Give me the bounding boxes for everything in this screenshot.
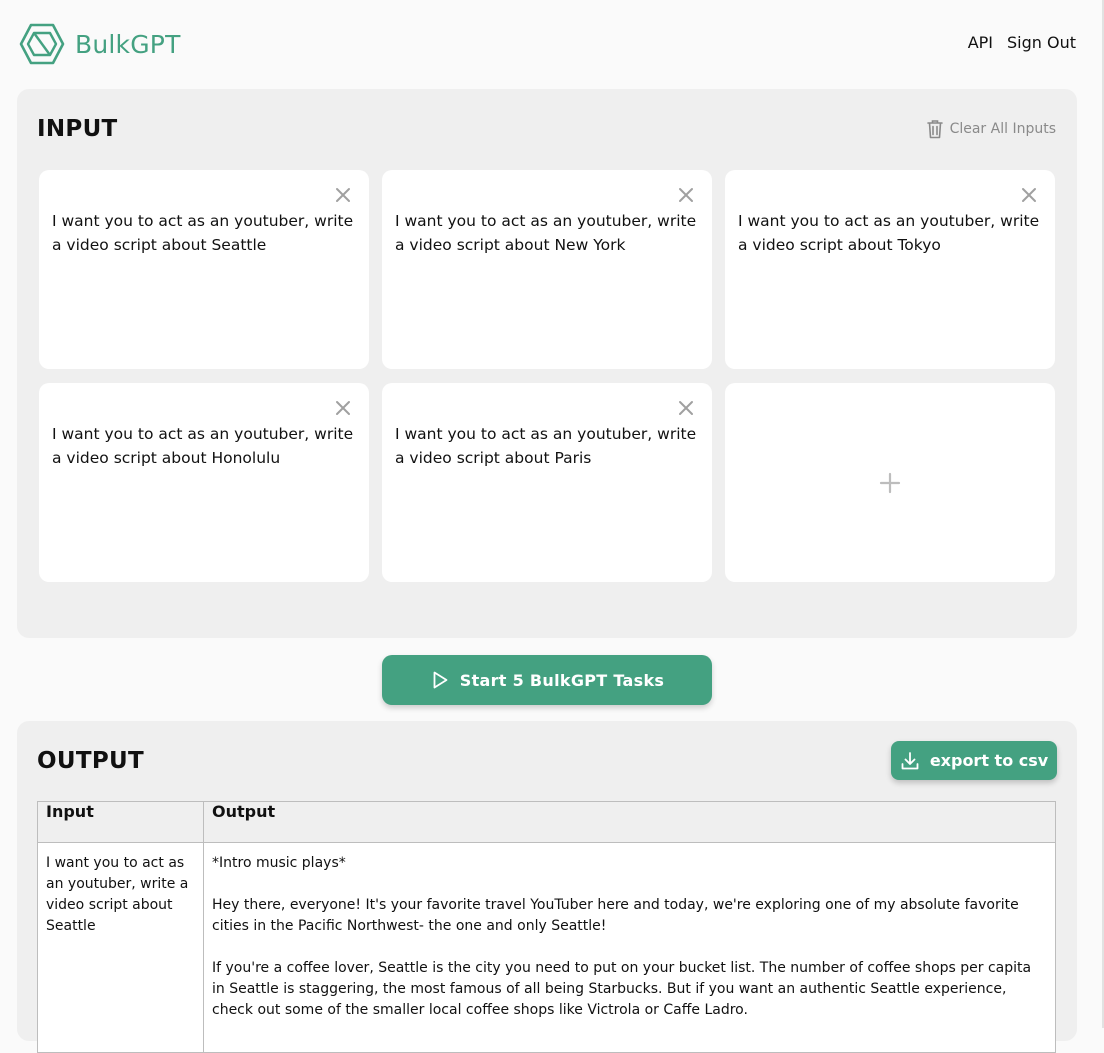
output-table: Input Output I want you to act as an you… [37, 801, 1056, 1053]
close-icon[interactable] [335, 187, 351, 203]
output-paragraph: *Intro music plays* [212, 855, 346, 871]
close-icon[interactable] [678, 400, 694, 416]
trash-icon [926, 120, 943, 139]
close-icon[interactable] [335, 400, 351, 416]
input-card-text[interactable]: I want you to act as an youtuber, write … [395, 422, 701, 470]
add-input-card-button[interactable] [725, 383, 1055, 582]
brand-name: BulkGPT [75, 29, 181, 59]
input-card[interactable]: I want you to act as an youtuber, write … [382, 170, 712, 369]
plus-icon [879, 472, 901, 493]
close-icon[interactable] [678, 187, 694, 203]
input-title: INPUT [37, 116, 118, 142]
clear-all-inputs-button[interactable]: Clear All Inputs [926, 119, 1056, 139]
input-card-text[interactable]: I want you to act as an youtuber, write … [52, 422, 358, 470]
close-icon[interactable] [1021, 187, 1037, 203]
output-paragraph: Hey there, everyone! It's your favorite … [212, 897, 1019, 934]
download-icon [901, 751, 919, 769]
brand-logo[interactable]: BulkGPT [19, 23, 181, 65]
nav-sign-out-link[interactable]: Sign Out [1007, 33, 1076, 52]
input-card-text[interactable]: I want you to act as an youtuber, write … [395, 209, 701, 257]
hexagon-logo-icon [19, 23, 65, 65]
input-card[interactable]: I want you to act as an youtuber, write … [382, 383, 712, 582]
start-tasks-label: Start 5 BulkGPT Tasks [459, 670, 665, 690]
table-cell-input: I want you to act as an youtuber, write … [37, 842, 204, 1053]
input-card[interactable]: I want you to act as an youtuber, write … [39, 170, 369, 369]
top-nav: API Sign Out [968, 33, 1076, 52]
input-card-text[interactable]: I want you to act as an youtuber, write … [52, 209, 358, 257]
export-csv-button[interactable]: export to csv [891, 741, 1057, 780]
output-paragraph: If you're a coffee lover, Seattle is the… [212, 960, 1032, 1018]
play-icon [433, 671, 448, 689]
clear-all-inputs-label: Clear All Inputs [949, 121, 1056, 137]
output-title: OUTPUT [37, 748, 144, 774]
input-card-text[interactable]: I want you to act as an youtuber, write … [738, 209, 1044, 257]
output-panel: OUTPUT export to csv Input Output I want… [17, 721, 1077, 1053]
input-panel: INPUT Clear All Inputs I want you to act… [17, 89, 1077, 638]
table-row: I want you to act as an youtuber, write … [37, 842, 1056, 1053]
table-cell-output: *Intro music plays* Hey there, everyone!… [203, 842, 1056, 1053]
column-header-input: Input [37, 801, 204, 843]
nav-api-link[interactable]: API [968, 33, 993, 52]
header: BulkGPT API Sign Out [0, 0, 1102, 88]
start-tasks-button[interactable]: Start 5 BulkGPT Tasks [382, 655, 712, 705]
input-card[interactable]: I want you to act as an youtuber, write … [39, 383, 369, 582]
input-card[interactable]: I want you to act as an youtuber, write … [725, 170, 1055, 369]
column-header-output: Output [203, 801, 1056, 843]
export-csv-label: export to csv [929, 751, 1049, 770]
table-header-row: Input Output [37, 801, 1056, 843]
